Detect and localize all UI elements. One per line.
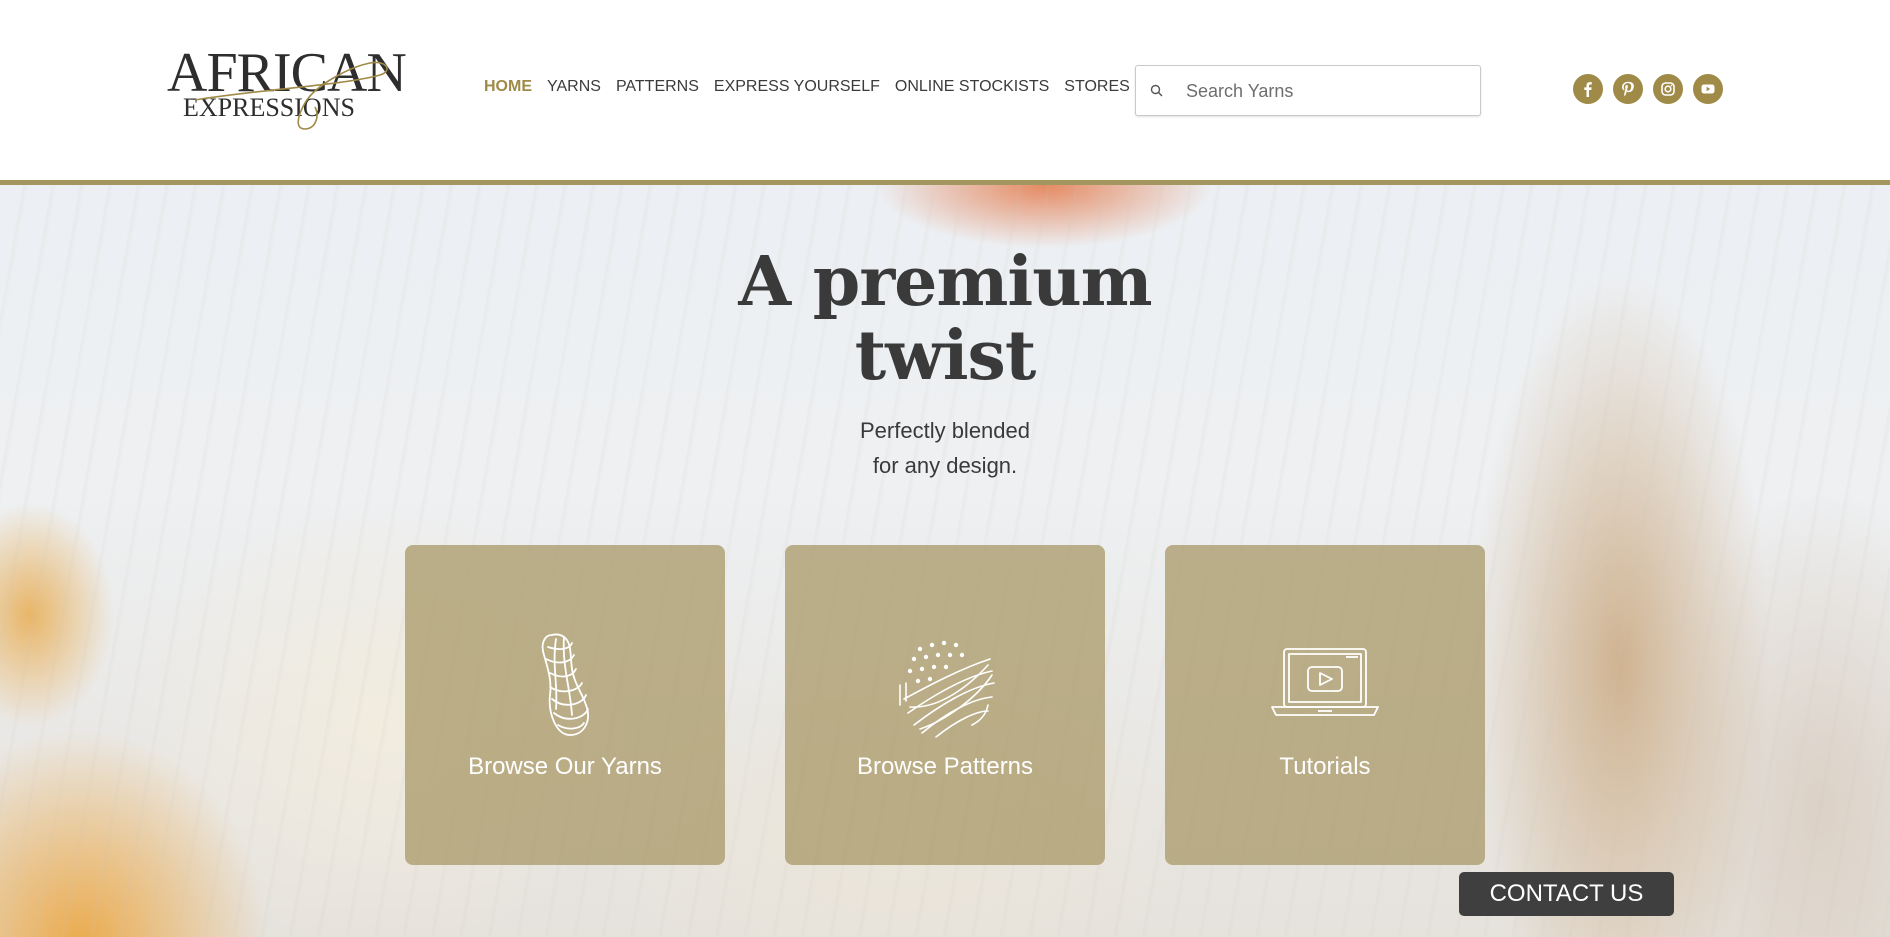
hero-title: A premium twist — [645, 245, 1245, 393]
nav-item-home[interactable]: HOME — [484, 78, 532, 96]
youtube-link[interactable] — [1693, 74, 1723, 104]
hero-subtitle: Perfectly blended for any design. — [745, 413, 1145, 483]
laptop-video-icon — [1271, 648, 1379, 716]
pinterest-icon — [1622, 81, 1634, 97]
site-header: AFRICAN EXPRESSIONS HOME YARNS PATTERNS … — [0, 0, 1890, 180]
facebook-link[interactable] — [1573, 74, 1603, 104]
social-links — [1573, 74, 1723, 104]
main-nav: HOME YARNS PATTERNS EXPRESS YOURSELF ONL… — [484, 78, 1145, 96]
browse-patterns-card[interactable]: Browse Patterns — [785, 545, 1105, 865]
brand-logo[interactable]: AFRICAN EXPRESSIONS — [165, 45, 407, 130]
pinterest-link[interactable] — [1613, 74, 1643, 104]
search-box — [1135, 65, 1481, 116]
search-icon[interactable] — [1148, 82, 1166, 100]
search-input[interactable] — [1186, 76, 1466, 106]
tutorials-label: Tutorials — [1279, 753, 1371, 780]
nav-item-express-yourself[interactable]: EXPRESS YOURSELF — [714, 78, 880, 96]
browse-patterns-label: Browse Patterns — [856, 753, 1034, 780]
nav-item-yarns[interactable]: YARNS — [547, 78, 601, 96]
browse-yarns-card[interactable]: Browse Our Yarns — [405, 545, 725, 865]
nav-item-patterns[interactable]: PATTERNS — [616, 78, 699, 96]
logo-swirl-icon — [194, 61, 388, 130]
hero-title-line1: A premium — [738, 242, 1152, 322]
instagram-icon — [1661, 82, 1675, 96]
tutorials-card[interactable]: Tutorials — [1165, 545, 1485, 865]
youtube-icon — [1701, 84, 1715, 94]
contact-us-button[interactable]: CONTACT US — [1459, 872, 1674, 916]
yarn-skein-icon — [541, 633, 589, 736]
nav-item-stores[interactable]: STORES — [1064, 78, 1130, 96]
hero-section: A premium twist Perfectly blended for an… — [0, 185, 1890, 937]
hero-subtitle-line1: Perfectly blended — [860, 418, 1030, 443]
hero-title-line2: twist — [854, 316, 1036, 396]
nav-item-online-stockists[interactable]: ONLINE STOCKISTS — [895, 78, 1049, 96]
instagram-link[interactable] — [1653, 74, 1683, 104]
browse-yarns-label: Browse Our Yarns — [468, 753, 662, 780]
pattern-swatch-icon — [899, 640, 995, 738]
facebook-icon — [1584, 82, 1592, 97]
hero-subtitle-line2: for any design. — [872, 453, 1018, 478]
